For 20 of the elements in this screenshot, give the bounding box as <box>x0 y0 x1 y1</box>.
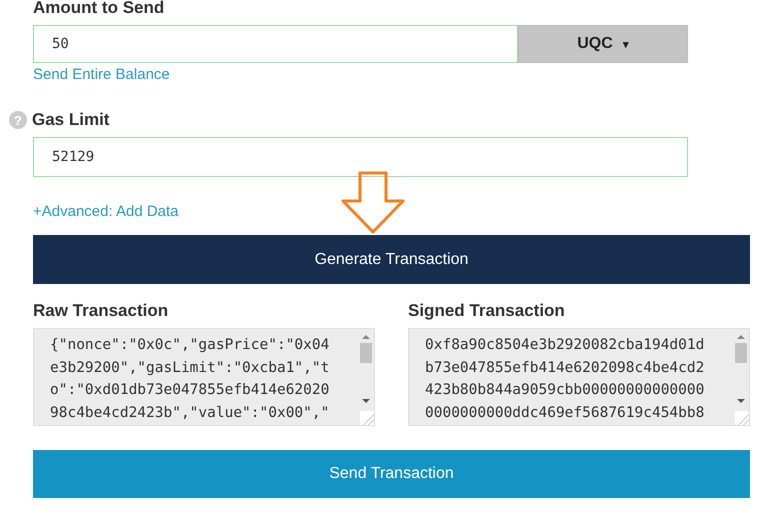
down-arrow-icon <box>340 171 406 235</box>
scroll-up-icon[interactable] <box>737 335 745 339</box>
currency-dropdown[interactable]: UQC ▾ <box>518 25 688 63</box>
signed-transaction-textarea[interactable]: 0xf8a90c8504e3b2920082cba194d01d b73e047855efb414e6202098c4be4cd2 423b80b844a9059cbb00000000000000 0000000000ddc469ef5687619c454bb8 <box>408 328 750 426</box>
amount-field[interactable]: 50 <box>33 25 518 63</box>
resize-grip-icon[interactable] <box>735 411 749 425</box>
scroll-down-icon[interactable] <box>737 399 745 403</box>
scrollbar-thumb[interactable] <box>360 343 372 363</box>
field-label: Signed Transaction <box>408 301 565 321</box>
generate-transaction-button[interactable]: Generate Transaction <box>33 235 750 284</box>
field-label: Raw Transaction <box>33 301 168 321</box>
field-label: Gas Limit <box>32 110 110 130</box>
scroll-down-icon[interactable] <box>362 399 370 403</box>
resize-grip-icon[interactable] <box>360 411 374 425</box>
send-transaction-button[interactable]: Send Transaction <box>33 450 750 498</box>
scroll-up-icon[interactable] <box>362 335 370 339</box>
scrollbar-thumb[interactable] <box>735 343 747 363</box>
raw-transaction-textarea[interactable]: {"nonce":"0x0c","gasPrice":"0x04 e3b29200","gasLimit":"0xcba1","t o":"0xd01db73e047855efb414e62020 98c4be4cd2423b","value":"0x00"," <box>33 328 375 426</box>
gas-limit-field[interactable]: 52129 <box>33 137 688 177</box>
field-label: Amount to Send <box>33 0 164 19</box>
